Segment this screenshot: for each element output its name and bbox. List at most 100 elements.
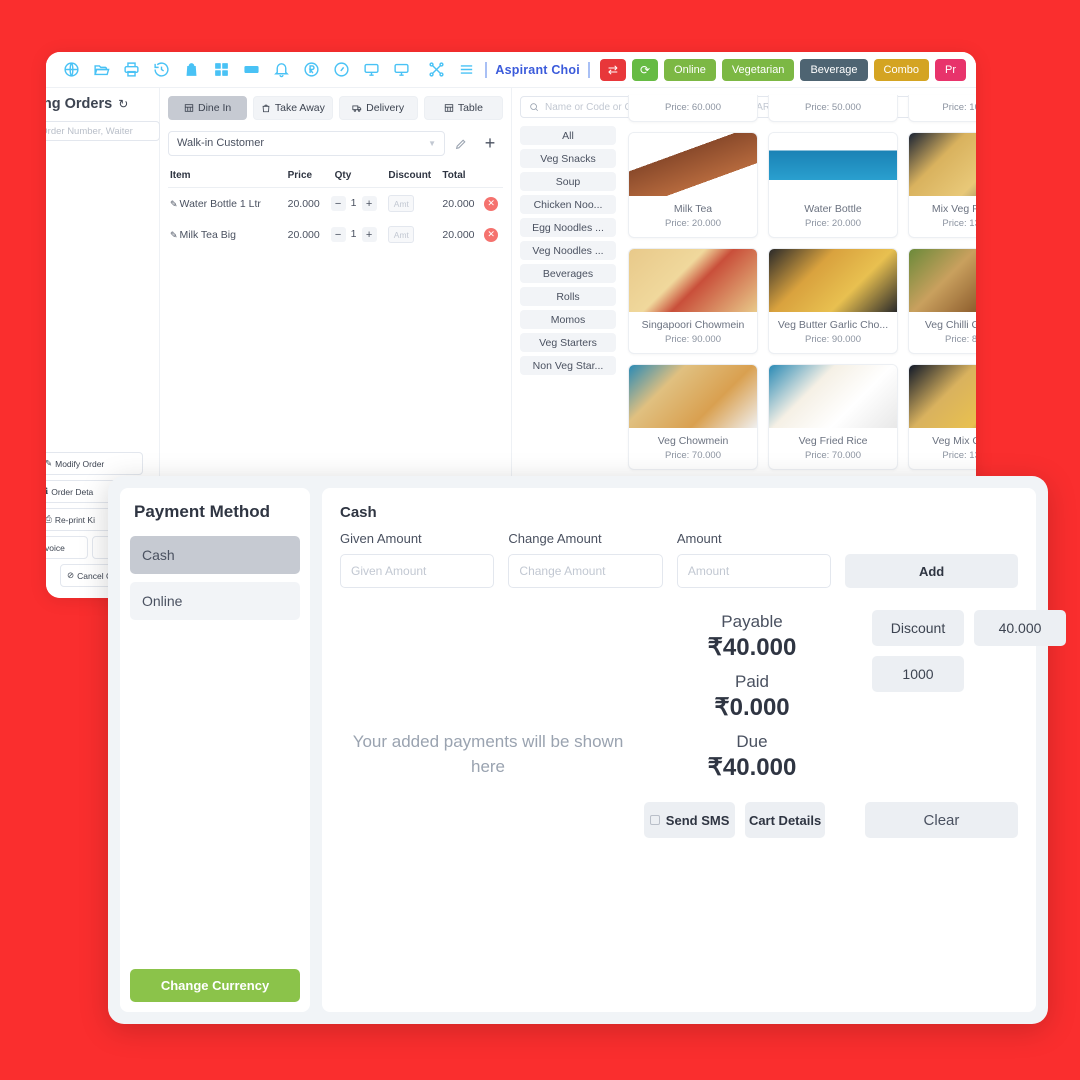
discount-amount-button[interactable]: 40.000	[974, 610, 1066, 646]
tab-delivery[interactable]: Delivery	[338, 96, 418, 120]
edit-item-icon[interactable]: ✎	[170, 199, 178, 209]
change-currency-button[interactable]: Change Currency	[130, 969, 300, 1002]
category-chicken-noo-[interactable]: Chicken Noo...	[520, 195, 616, 214]
added-payments-placeholder: Your added payments will be shown here	[352, 732, 624, 776]
share-nodes-icon[interactable]	[421, 55, 451, 85]
refresh-badge[interactable]: ⟳	[631, 58, 659, 81]
promo-badge[interactable]: Pr	[935, 58, 966, 81]
running-orders-search-input[interactable]: , Order Number, Waiter	[46, 121, 160, 141]
category-veg-starters[interactable]: Veg Starters	[520, 333, 616, 352]
qty-decrease-button[interactable]: −	[330, 227, 346, 242]
globe-icon[interactable]	[56, 55, 86, 85]
product-card[interactable]: Veg Mix Chowme Price: 130.000	[908, 364, 976, 470]
category-non-veg-star-[interactable]: Non Veg Star...	[520, 356, 616, 375]
speedometer-icon[interactable]	[326, 55, 356, 85]
given-amount-input[interactable]: Given Amount	[340, 554, 495, 588]
category-veg-noodles-[interactable]: Veg Noodles ...	[520, 241, 616, 260]
product-image	[909, 365, 976, 428]
product-card[interactable]: Veg Chilli Garlic Cho Price: 80.000	[908, 248, 976, 354]
category-beverages[interactable]: Beverages	[520, 264, 616, 283]
online-badge[interactable]: Online	[664, 58, 716, 81]
clear-button[interactable]: Clear	[864, 802, 1018, 838]
product-card[interactable]: Veg Fried Rice Price: 70.000	[768, 364, 898, 470]
edit-item-icon[interactable]: ✎	[170, 230, 178, 240]
vegetarian-badge[interactable]: Vegetarian	[721, 58, 795, 81]
send-sms-toggle[interactable]: Send SMS	[644, 802, 736, 838]
product-price: Price: 60.000	[665, 102, 721, 113]
quick-amount-1000-button[interactable]: 1000	[872, 656, 964, 692]
total-label: Due	[736, 732, 768, 751]
product-image	[769, 365, 897, 428]
tab-table[interactable]: Table	[423, 96, 503, 120]
order-action-label: Modify Order	[55, 458, 105, 469]
cart-item-price: 20.000	[287, 197, 320, 210]
product-card[interactable]: Singapoori Chowmein Price: 90.000	[628, 248, 758, 354]
hamburger-menu-icon[interactable]	[451, 55, 481, 85]
qty-decrease-button[interactable]: −	[330, 196, 346, 211]
category-soup[interactable]: Soup	[520, 172, 616, 191]
qty-value: 1	[350, 197, 357, 210]
amount-input[interactable]: Amount	[676, 554, 832, 588]
cart-item-name[interactable]: ✎ Water Bottle 1 Ltr	[168, 188, 278, 220]
discount-input[interactable]: Amt	[388, 226, 415, 243]
add-payment-button[interactable]: Add	[845, 554, 1018, 588]
qty-increase-button[interactable]: +	[361, 227, 377, 242]
cart-item-name[interactable]: ✎ Milk Tea Big	[168, 219, 278, 250]
customer-select[interactable]: Walk-in Customer ▼	[168, 130, 445, 156]
product-card-partial[interactable]: Price: 60.000	[628, 95, 758, 122]
qr-grid-icon[interactable]	[206, 55, 236, 85]
change-amount-input[interactable]: Change Amount	[508, 554, 663, 588]
category-all[interactable]: All	[520, 126, 616, 145]
category-veg-snacks[interactable]: Veg Snacks	[520, 149, 616, 168]
cart-item-total: 20.000	[442, 228, 475, 241]
payment-method-cash[interactable]: Cash	[130, 536, 300, 574]
send-sms-checkbox[interactable]	[649, 815, 660, 825]
beverage-badge[interactable]: Beverage	[800, 58, 868, 81]
discount-button[interactable]: Discount	[872, 610, 964, 646]
product-name: Singapoori Chowmein	[641, 319, 745, 331]
remove-item-icon[interactable]: ✕	[484, 196, 499, 211]
category-momos[interactable]: Momos	[520, 310, 616, 329]
product-card[interactable]: Veg Chowmein Price: 70.000	[628, 364, 758, 470]
cart-details-button[interactable]: Cart Details	[745, 802, 825, 838]
display-icon[interactable]	[386, 55, 416, 85]
payment-middle-row: Your added payments will be shown here P…	[340, 610, 1066, 792]
history-icon[interactable]	[146, 55, 176, 85]
bag-icon	[261, 103, 271, 113]
order-action-modify-order[interactable]: ✎Modify Order	[46, 452, 143, 475]
payment-modal: Payment Method Cash Online Change Currenc…	[108, 476, 1066, 1024]
info-icon: ℹ	[46, 486, 48, 497]
search-icon	[530, 103, 539, 112]
printer-icon[interactable]	[116, 55, 146, 85]
swap-badge[interactable]: ⇄	[599, 58, 626, 81]
product-card-partial[interactable]: Price: 50.000	[768, 95, 898, 122]
product-image	[909, 249, 976, 312]
qty-increase-button[interactable]: +	[361, 196, 377, 211]
add-customer-button[interactable]: +	[477, 130, 503, 156]
grid-icon	[444, 103, 454, 113]
payment-method-online[interactable]: Online	[130, 582, 300, 620]
refresh-icon[interactable]: ↻	[118, 97, 128, 111]
product-card[interactable]: Milk Tea Price: 20.000	[628, 132, 758, 238]
ticket-icon[interactable]	[236, 55, 266, 85]
category-egg-noodles-[interactable]: Egg Noodles ...	[520, 218, 616, 237]
bell-icon[interactable]	[266, 55, 296, 85]
product-card-partial[interactable]: Price: 100.000	[908, 95, 976, 122]
change-amount-field: Change Amount Change Amount	[508, 531, 663, 588]
folder-open-icon[interactable]	[86, 55, 116, 85]
category-rolls[interactable]: Rolls	[520, 287, 616, 306]
registered-icon[interactable]	[296, 55, 326, 85]
tab-take-away[interactable]: Take Away	[253, 96, 333, 120]
product-card[interactable]: Water Bottle Price: 20.000	[768, 132, 898, 238]
product-image	[769, 133, 897, 196]
product-card[interactable]: Mix Veg Fried Ric Price: 130.000	[908, 132, 976, 238]
invoice-action-0[interactable]: voice	[46, 536, 88, 559]
shopping-bag-icon[interactable]	[176, 55, 206, 85]
discount-input[interactable]: Amt	[388, 195, 415, 212]
pencil-icon[interactable]	[451, 132, 471, 154]
remove-item-icon[interactable]: ✕	[484, 227, 499, 242]
monitor-icon[interactable]	[356, 55, 386, 85]
product-card[interactable]: Veg Butter Garlic Cho... Price: 90.000	[768, 248, 898, 354]
combo-badge[interactable]: Combo	[873, 58, 929, 81]
tab-dine-in[interactable]: Dine In	[168, 96, 248, 120]
